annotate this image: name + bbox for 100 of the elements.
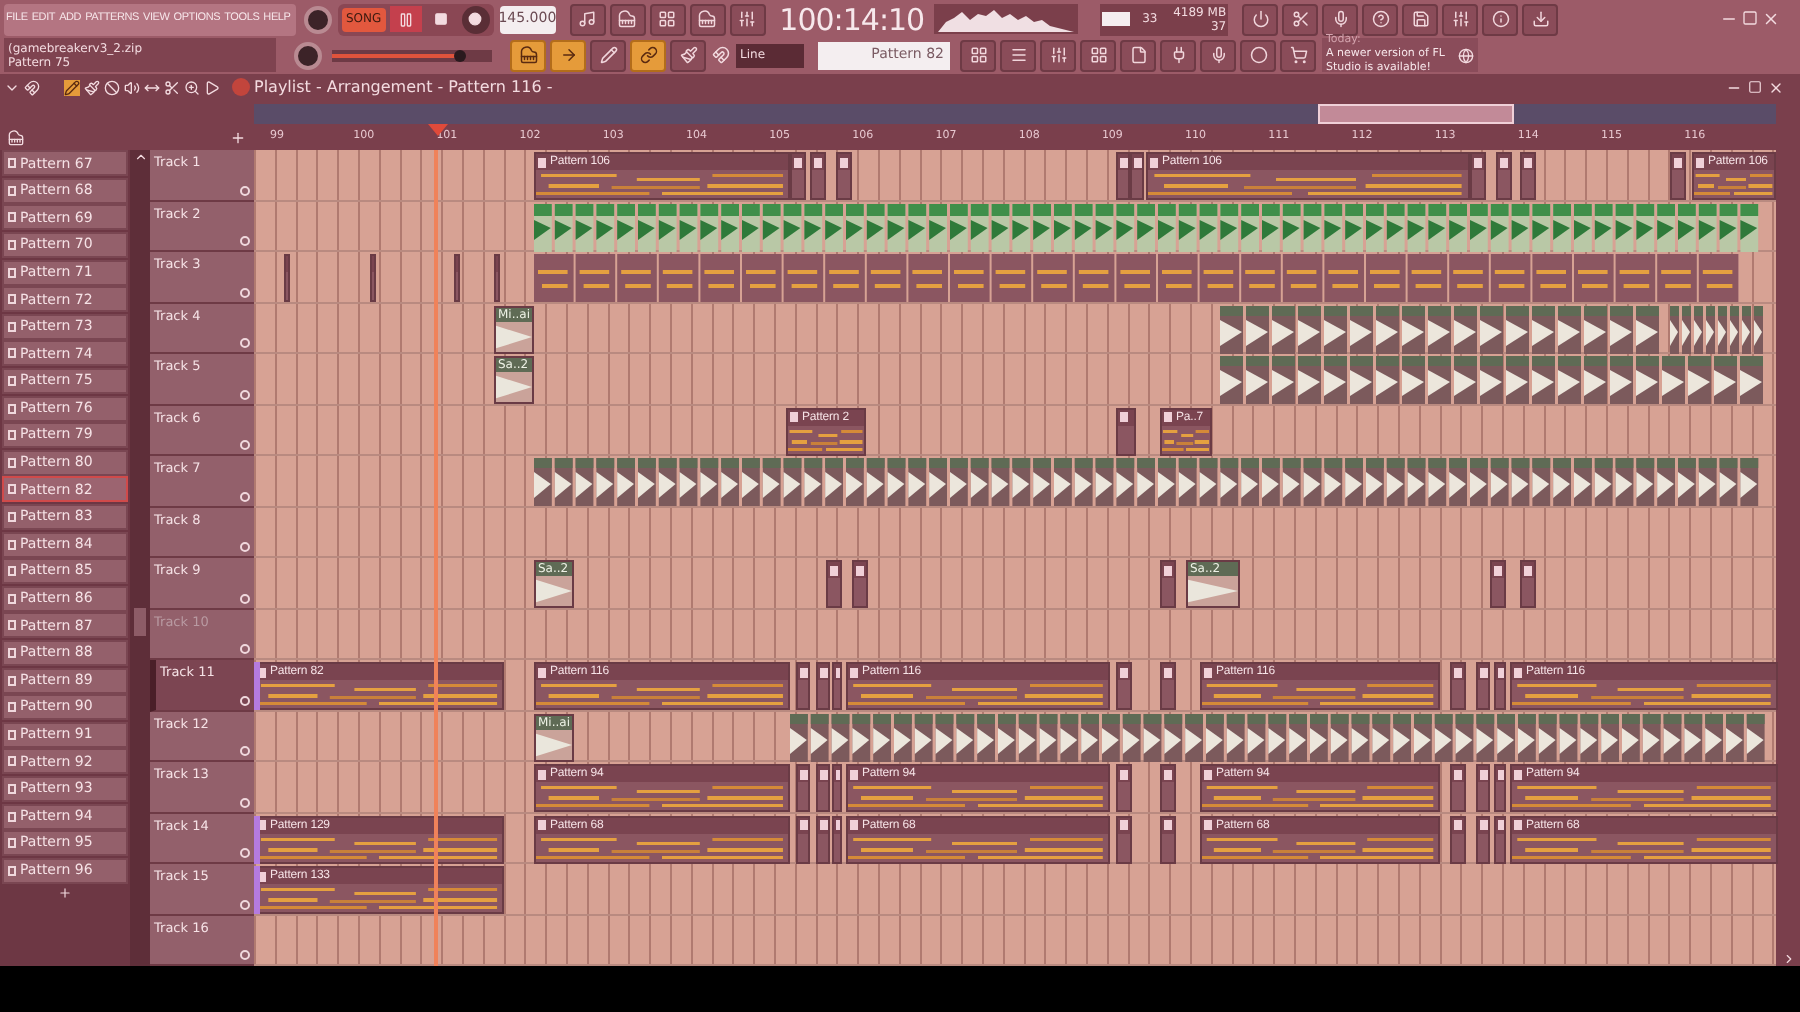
pattern-clip[interactable]: [1470, 152, 1486, 200]
mute-icon[interactable]: [124, 79, 140, 95]
track-status-icon[interactable]: [240, 848, 250, 858]
pencil-icon[interactable]: [590, 39, 626, 71]
volume-slider[interactable]: [332, 49, 492, 61]
mixer-icon[interactable]: [1040, 39, 1076, 71]
cart-icon[interactable]: [1280, 39, 1316, 71]
track-status-icon[interactable]: [240, 185, 250, 195]
scroll-right-icon[interactable]: [1781, 952, 1795, 966]
pattern-clip[interactable]: [1494, 764, 1506, 812]
track-status-icon[interactable]: [240, 695, 250, 705]
playback-icon[interactable]: [204, 79, 220, 95]
slice-icon[interactable]: [164, 79, 180, 95]
pattern-clip[interactable]: [1116, 815, 1132, 863]
pattern-clip[interactable]: [370, 254, 376, 302]
keyboard-icon[interactable]: [609, 3, 646, 35]
microphone-icon[interactable]: [1322, 3, 1359, 35]
pattern-clip[interactable]: [454, 254, 460, 302]
pattern-clip[interactable]: [1476, 662, 1490, 710]
pattern-clip[interactable]: [796, 764, 810, 812]
pattern-clip[interactable]: [1450, 662, 1466, 710]
pencil-icon[interactable]: [64, 79, 80, 95]
pattern-clip[interactable]: [1116, 662, 1132, 710]
close-icon[interactable]: [1762, 10, 1780, 28]
pattern-clip[interactable]: [796, 815, 810, 863]
track-status-icon[interactable]: [240, 746, 250, 756]
list-icon[interactable]: [1000, 39, 1036, 71]
pattern-list-scrollbar[interactable]: [130, 150, 150, 966]
pattern-clip[interactable]: [832, 764, 842, 812]
piano-roll-icon[interactable]: [510, 39, 546, 71]
pattern-clip[interactable]: [1520, 152, 1536, 200]
pattern-clip[interactable]: [1160, 764, 1176, 812]
delete-icon[interactable]: [104, 79, 120, 95]
track-status-icon[interactable]: [240, 236, 250, 246]
volume-thumb[interactable]: [454, 49, 466, 61]
track-status-icon[interactable]: [240, 797, 250, 807]
pattern-clip[interactable]: [852, 560, 868, 608]
track-status-icon[interactable]: [240, 440, 250, 450]
pattern-clip[interactable]: [284, 254, 290, 302]
track-status-icon[interactable]: [240, 287, 250, 297]
plug-icon[interactable]: [1160, 39, 1196, 71]
master-volume-knob[interactable]: [304, 5, 332, 33]
piano-icon[interactable]: [689, 3, 726, 35]
pattern-clip[interactable]: [1116, 764, 1132, 812]
brush-icon[interactable]: [84, 79, 100, 95]
track-status-icon[interactable]: [240, 542, 250, 552]
track-status-icon[interactable]: [240, 491, 250, 501]
maximize-icon[interactable]: [1742, 10, 1758, 26]
file-icon[interactable]: [1120, 39, 1156, 71]
close-icon[interactable]: [1768, 79, 1784, 95]
info-icon[interactable]: [1482, 3, 1519, 35]
save-icon[interactable]: [1402, 3, 1439, 35]
master-pitch-knob[interactable]: [294, 41, 322, 69]
pattern-clip[interactable]: [1494, 662, 1506, 710]
magnet-icon[interactable]: [24, 79, 40, 95]
pattern-clip[interactable]: [836, 152, 852, 200]
scroll-up-icon[interactable]: [133, 150, 147, 164]
mixer-icon[interactable]: [1442, 3, 1479, 35]
track-status-icon[interactable]: [240, 950, 250, 960]
pattern-clip[interactable]: [790, 152, 806, 200]
maximize-icon[interactable]: [1748, 79, 1762, 93]
pattern-clip[interactable]: [826, 560, 842, 608]
zoom-icon[interactable]: [184, 79, 200, 95]
pattern-clip[interactable]: [1494, 815, 1506, 863]
link-icon[interactable]: [630, 39, 666, 71]
track-status-icon[interactable]: [240, 593, 250, 603]
pattern-clip[interactable]: [1450, 815, 1466, 863]
pattern-clip[interactable]: [1490, 560, 1506, 608]
slip-icon[interactable]: [144, 79, 160, 95]
add-icon[interactable]: [230, 130, 246, 146]
download-icon[interactable]: [1522, 3, 1559, 35]
pattern-clip[interactable]: [796, 662, 810, 710]
track-status-icon[interactable]: [240, 338, 250, 348]
pattern-clip[interactable]: [816, 662, 830, 710]
add-icon[interactable]: [58, 886, 72, 901]
pattern-clip[interactable]: [1496, 152, 1512, 200]
pattern-clip[interactable]: [832, 815, 842, 863]
track-status-icon[interactable]: [240, 389, 250, 399]
pattern-clip[interactable]: [1670, 152, 1686, 200]
pattern-clip[interactable]: [1520, 560, 1536, 608]
pattern-clip[interactable]: [1476, 815, 1490, 863]
pattern-clip[interactable]: [1160, 560, 1176, 608]
pattern-clip[interactable]: [494, 254, 500, 302]
pattern-clip[interactable]: [1160, 815, 1176, 863]
pattern-clip[interactable]: [816, 815, 830, 863]
record-button[interactable]: [461, 5, 490, 33]
pattern-clip[interactable]: [1130, 152, 1144, 200]
pattern-clip[interactable]: [1160, 662, 1176, 710]
track-status-icon[interactable]: [240, 644, 250, 654]
scrollbar-thumb[interactable]: [134, 608, 146, 636]
pattern-clip[interactable]: [816, 764, 830, 812]
pattern-clip[interactable]: [1116, 407, 1136, 455]
help-icon[interactable]: [1362, 3, 1399, 35]
pause-button[interactable]: [389, 6, 422, 32]
pattern-clip[interactable]: [810, 152, 826, 200]
pattern-clip[interactable]: [832, 662, 842, 710]
pattern-clip[interactable]: [1116, 152, 1130, 200]
track-status-icon[interactable]: [240, 899, 250, 909]
pattern-clip[interactable]: [1476, 764, 1490, 812]
pattern-clip[interactable]: [1450, 764, 1466, 812]
